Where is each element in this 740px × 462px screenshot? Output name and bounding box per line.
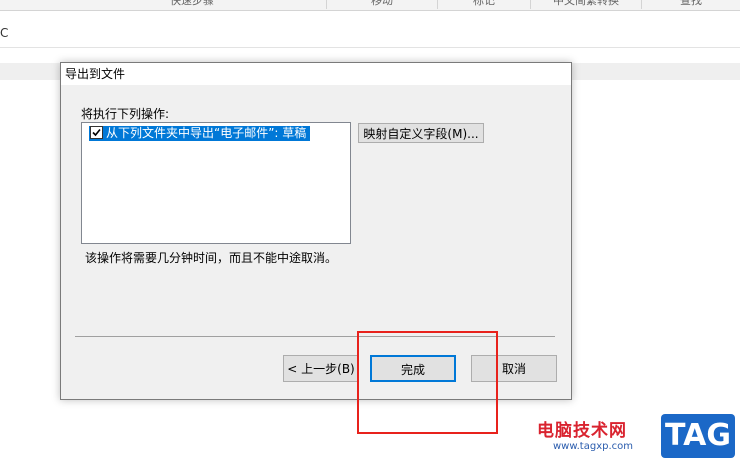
watermark-tag-logo: TAG (661, 414, 735, 458)
ribbon-strip: 快速步骤 移动 标记 中文简繁转换 查找 (0, 0, 740, 11)
operation-label: 从下列文件夹中导出“电子邮件”: 草稿 (106, 126, 307, 140)
checkmark-icon (92, 128, 101, 137)
map-custom-fields-button[interactable]: 映射自定义字段(M)... (358, 123, 484, 143)
operations-label: 将执行下列操作: (81, 107, 170, 121)
ribbon-group-chinese-conversion[interactable]: 中文简繁转换 (531, 0, 642, 9)
operations-list[interactable]: 从下列文件夹中导出“电子邮件”: 草稿 (81, 122, 351, 244)
operation-checkbox[interactable] (90, 126, 103, 139)
duration-note: 该操作将需要几分钟时间，而且不能中途取消。 (85, 251, 338, 265)
back-button[interactable]: < 上一步(B) (283, 355, 359, 382)
background-divider (0, 47, 740, 48)
ribbon-group-tags[interactable]: 标记 (438, 0, 531, 9)
background-glyph: C (0, 26, 9, 40)
ribbon-group-quick-steps[interactable]: 快速步骤 (58, 0, 327, 9)
ribbon-group-find[interactable]: 查找 (642, 0, 740, 9)
operation-item[interactable]: 从下列文件夹中导出“电子邮件”: 草稿 (89, 126, 311, 141)
watermark-text: 电脑技术网 (537, 421, 627, 441)
ribbon-group-move[interactable]: 移动 (327, 0, 438, 9)
highlight-annotation-box (357, 331, 498, 434)
dialog-title: 导出到文件 (65, 67, 126, 81)
dialog-titlebar[interactable]: 导出到文件 (61, 63, 571, 85)
watermark-url: www.tagxp.com (553, 441, 633, 452)
